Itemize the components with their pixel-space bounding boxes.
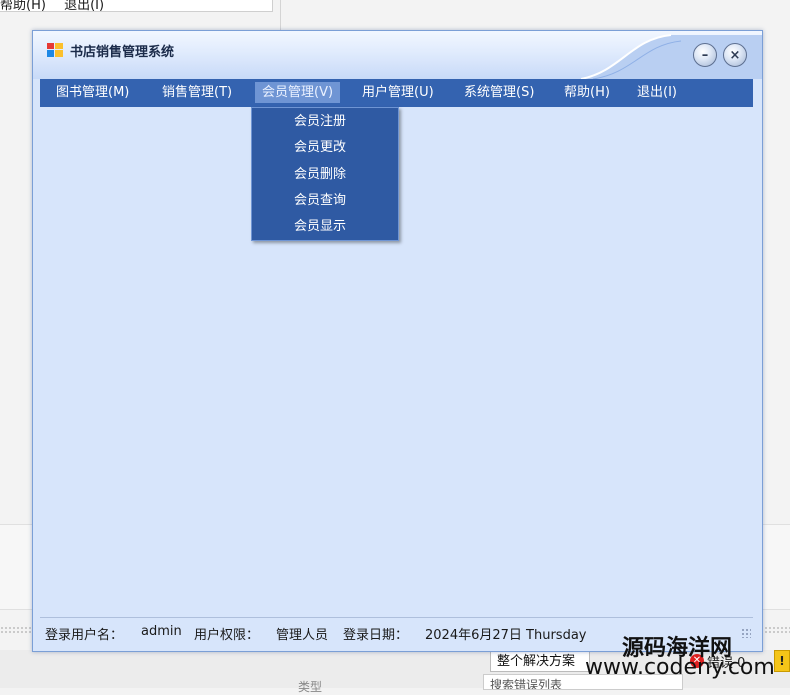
- column-header-type: 类型: [298, 680, 323, 694]
- minimize-button[interactable]: –: [693, 43, 717, 67]
- warning-icon[interactable]: !: [774, 650, 790, 672]
- window-title: 书店销售管理系统: [70, 45, 175, 60]
- menu-item-member-query[interactable]: 会员查询: [252, 188, 398, 214]
- menu-item-member-display[interactable]: 会员显示: [252, 214, 398, 240]
- member-management-dropdown: 会员注册 会员更改 会员删除 会员查询 会员显示: [251, 107, 399, 241]
- ide-menu-help[interactable]: 帮助(H): [0, 0, 46, 13]
- close-icon: ×: [729, 47, 741, 63]
- close-button[interactable]: ×: [723, 43, 747, 67]
- status-date-value: 2024年6月27日 Thursday: [425, 628, 587, 643]
- resize-grip[interactable]: [741, 628, 751, 638]
- minimize-icon: –: [701, 47, 709, 63]
- menu-help[interactable]: 帮助(H): [557, 82, 617, 103]
- status-date-label: 登录日期：: [343, 628, 409, 643]
- menu-item-member-update[interactable]: 会员更改: [252, 135, 398, 161]
- ide-divider: [280, 0, 281, 30]
- status-user-value: admin: [141, 624, 182, 639]
- menu-member-management[interactable]: 会员管理(V): [255, 82, 341, 103]
- solution-scope-dropdown[interactable]: 整个解决方案: [490, 650, 590, 672]
- app-window: 书店销售管理系统 – × 图书管理(M) 销售管理(T) 会员管理(V) 用户管…: [32, 30, 763, 652]
- menu-item-member-register[interactable]: 会员注册: [252, 109, 398, 135]
- title-bar[interactable]: 书店销售管理系统 – ×: [33, 31, 762, 79]
- menu-book-management[interactable]: 图书管理(M): [49, 82, 136, 103]
- ide-menu-exit[interactable]: 退出(I): [64, 0, 104, 13]
- ide-top-menu: 帮助(H) 退出(I): [0, 0, 118, 13]
- status-role-label: 用户权限：: [194, 628, 260, 643]
- menu-sales-management[interactable]: 销售管理(T): [155, 82, 239, 103]
- menu-system-management[interactable]: 系统管理(S): [457, 82, 541, 103]
- menu-user-management[interactable]: 用户管理(U): [355, 82, 441, 103]
- menu-bar: 图书管理(M) 销售管理(T) 会员管理(V) 用户管理(U) 系统管理(S) …: [40, 79, 753, 107]
- app-icon: [47, 43, 63, 57]
- status-user-label: 登录用户名：: [45, 628, 124, 643]
- menu-item-member-delete[interactable]: 会员删除: [252, 162, 398, 188]
- watermark-url: www.codeny.com: [585, 655, 775, 680]
- menu-exit[interactable]: 退出(I): [630, 82, 684, 103]
- status-role-value: 管理人员: [276, 628, 329, 643]
